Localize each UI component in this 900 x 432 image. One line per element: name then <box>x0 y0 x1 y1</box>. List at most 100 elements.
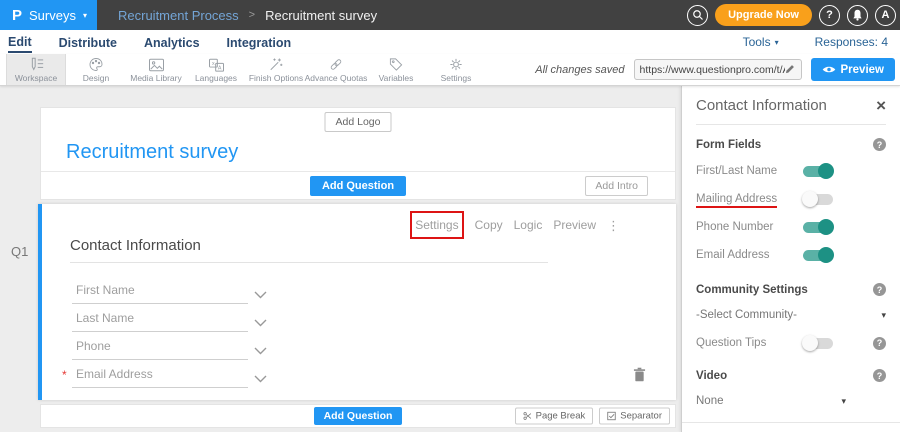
field-label: Last Name <box>76 311 134 325</box>
toolbar-label: Design <box>83 73 109 83</box>
survey-title[interactable]: Recruitment survey <box>66 141 238 164</box>
module-nav: Edit Distribute Analytics Integration To… <box>0 30 900 54</box>
notifications-button[interactable] <box>847 5 868 26</box>
svg-text:A: A <box>217 65 221 71</box>
caret-down-icon: ▾ <box>881 310 886 321</box>
field-phone[interactable]: Phone <box>72 333 248 360</box>
toggle-label: Email Address <box>696 249 803 261</box>
form-fields-section-header: Form Fields ? <box>696 138 886 151</box>
question-title[interactable]: Contact Information <box>70 237 201 254</box>
add-intro-button[interactable]: Add Intro <box>585 176 648 196</box>
tab-distribute[interactable]: Distribute <box>59 32 117 52</box>
question-copy-action[interactable]: Copy <box>475 218 503 232</box>
field-email-address[interactable]: Email Address <box>72 361 248 388</box>
toggle-row-email-address: Email Address <box>696 247 886 263</box>
breadcrumb-parent-link[interactable]: Recruitment Process <box>118 8 239 23</box>
toolbar-item-settings[interactable]: Settings <box>426 54 486 85</box>
help-icon[interactable]: ? <box>873 337 886 350</box>
workspace-icon <box>28 57 45 72</box>
video-select[interactable]: None ▾ <box>696 395 846 407</box>
toggle-row-mailing-address: Mailing Address <box>696 191 886 207</box>
tools-menu[interactable]: Tools ▾ <box>743 35 779 49</box>
help-icon[interactable]: ? <box>873 369 886 382</box>
avatar-initial: A <box>882 9 890 21</box>
toggle-label: Question Tips <box>696 337 803 349</box>
tools-label: Tools <box>743 35 771 49</box>
nav-right-group: Tools ▾ Responses: 4 <box>743 35 900 49</box>
toolbar-label: Media Library <box>130 73 182 83</box>
toolbar-label: Advance Quotas <box>305 73 368 83</box>
survey-url-input[interactable] <box>640 64 785 76</box>
toolbar-item-media-library[interactable]: Media Library <box>126 54 186 85</box>
breadcrumb-current: Recruitment survey <box>265 8 377 23</box>
eye-icon <box>822 65 836 74</box>
chevron-down-icon[interactable] <box>254 342 267 360</box>
toolbar-item-languages[interactable]: xA Languages <box>186 54 246 85</box>
add-logo-button[interactable]: Add Logo <box>325 112 392 132</box>
toggle-knob <box>818 247 834 263</box>
mailing-address-toggle[interactable] <box>803 194 833 205</box>
help-icon[interactable]: ? <box>873 138 886 151</box>
brand-surveys-menu[interactable]: P Surveys ▾ <box>0 0 97 30</box>
toggle-knob <box>802 335 818 351</box>
help-button[interactable]: ? <box>819 5 840 26</box>
toolbar-item-finish-options[interactable]: Finish Options <box>246 54 306 85</box>
tab-analytics[interactable]: Analytics <box>144 32 200 52</box>
toggle-label: First/Last Name <box>696 165 803 177</box>
upgrade-now-button[interactable]: Upgrade Now <box>715 4 812 26</box>
edit-url-pencil-icon[interactable] <box>785 61 796 79</box>
phone-number-toggle[interactable] <box>803 222 833 233</box>
responses-link[interactable]: Responses: 4 <box>815 35 888 49</box>
community-select-value: -Select Community- <box>696 309 797 321</box>
toggle-row-phone-number: Phone Number <box>696 219 886 235</box>
tab-edit[interactable]: Edit <box>8 31 32 53</box>
first-last-name-toggle[interactable] <box>803 166 833 177</box>
question-card-q1: Settings Copy Logic Preview ⋮ Contact In… <box>38 204 676 400</box>
page-break-button[interactable]: Page Break <box>515 408 594 425</box>
field-label: Phone <box>76 339 111 353</box>
bell-icon <box>852 9 863 21</box>
annotation-mailing-address-underline: Mailing Address <box>696 193 777 208</box>
toolbar-item-variables[interactable]: Variables <box>366 54 426 85</box>
toolbar-label: Settings <box>441 73 472 83</box>
variables-icon <box>388 57 404 72</box>
toolbar-item-workspace[interactable]: Workspace <box>6 54 66 85</box>
breadcrumb-separator: > <box>249 9 255 21</box>
email-address-toggle[interactable] <box>803 250 833 261</box>
toggle-knob <box>818 219 834 235</box>
toolbar-item-advance-quotas[interactable]: Advance Quotas <box>306 54 366 85</box>
add-question-button[interactable]: Add Question <box>310 176 406 196</box>
close-icon[interactable]: × <box>876 97 886 114</box>
canvas-footer-strip: Add Question Page Break Separator <box>40 404 676 428</box>
required-asterisk: * <box>62 368 67 382</box>
header-actions: Upgrade Now ? A <box>687 4 900 26</box>
chevron-down-icon[interactable] <box>254 286 267 304</box>
help-icon[interactable]: ? <box>873 283 886 296</box>
title-card-footer: Add Question Add Intro <box>41 171 675 199</box>
chevron-down-icon[interactable] <box>254 370 267 388</box>
toggle-row-first-last-name: First/Last Name <box>696 163 886 179</box>
caret-down-icon: ▾ <box>83 11 87 20</box>
delete-question-trash-icon[interactable] <box>633 367 646 387</box>
question-logic-action[interactable]: Logic <box>514 218 543 232</box>
question-tips-toggle[interactable] <box>803 338 833 349</box>
community-select[interactable]: -Select Community- ▾ <box>696 309 886 321</box>
account-avatar[interactable]: A <box>875 5 896 26</box>
breadcrumb: Recruitment Process > Recruitment survey <box>118 8 377 23</box>
chevron-down-icon[interactable] <box>254 314 267 332</box>
separator-button[interactable]: Separator <box>599 408 670 425</box>
preview-button[interactable]: Preview <box>811 58 895 81</box>
question-settings-panel: Contact Information × Form Fields ? Firs… <box>681 86 900 432</box>
question-preview-action[interactable]: Preview <box>553 218 596 232</box>
toolbar-item-design[interactable]: Design <box>66 54 126 85</box>
kebab-menu-icon[interactable]: ⋮ <box>607 219 620 232</box>
search-button[interactable] <box>687 5 708 26</box>
form-fields-heading: Form Fields <box>696 139 761 151</box>
question-settings-action[interactable]: Settings <box>415 218 458 232</box>
field-last-name[interactable]: Last Name <box>72 305 248 332</box>
add-question-button-bottom[interactable]: Add Question <box>314 407 403 425</box>
top-header: P Surveys ▾ Recruitment Process > Recrui… <box>0 0 900 30</box>
question-actions: Settings Copy Logic Preview ⋮ <box>410 211 620 239</box>
field-first-name[interactable]: First Name <box>72 277 248 304</box>
tab-integration[interactable]: Integration <box>227 32 292 52</box>
